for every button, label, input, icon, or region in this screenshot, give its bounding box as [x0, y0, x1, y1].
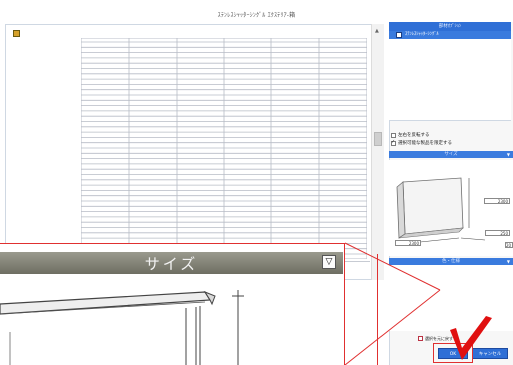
zoom-drawing: [0, 290, 244, 365]
color-section-header[interactable]: 色・仕様 ▼: [389, 258, 513, 265]
dropdown-icon[interactable]: ▼: [507, 151, 510, 158]
mirror-label: 左右を反転する: [398, 133, 430, 138]
color-options-list: [389, 265, 513, 331]
mirror-checkbox[interactable]: [391, 133, 396, 138]
cancel-button[interactable]: キャンセル: [472, 348, 508, 359]
zoom-title: サイズ: [144, 255, 199, 273]
revert-option[interactable]: 選択を元に戻す: [418, 335, 458, 342]
part-icon: [396, 32, 402, 38]
tree-item-shutter[interactable]: ｽﾃﾝﾚｽｼｬｯﾀｰｼﾝｸﾞﾙ: [389, 31, 511, 39]
spec-label: 選択可能な製品を限定する: [398, 141, 452, 146]
size-section-label: サイズ: [444, 152, 458, 157]
highlight-line: [377, 254, 378, 365]
size-diagram: 2300 2300 250 20: [389, 160, 513, 256]
shutter-preview: [81, 38, 367, 259]
zoom-dropdown-icon[interactable]: ▽: [322, 255, 336, 269]
window-title: ｽﾃﾝﾚｽｼｬｯﾀｰｼﾝｸﾞﾙ ｴｸｽﾃﾘｱ-箱: [217, 12, 296, 19]
width-field[interactable]: 2300: [395, 240, 421, 246]
part-tree: [389, 39, 511, 121]
settings-icon[interactable]: [13, 30, 20, 37]
spec-option[interactable]: 選択可能な製品を限定する: [391, 139, 509, 147]
offset-field[interactable]: 20: [505, 242, 513, 248]
zoom-header: サイズ ▽: [0, 252, 343, 274]
scroll-thumb[interactable]: [374, 132, 382, 146]
revert-checkbox[interactable]: [418, 336, 423, 341]
mirror-option[interactable]: 左右を反転する: [391, 132, 509, 139]
size-section-header[interactable]: サイズ ▼: [389, 151, 513, 158]
dialog-window: ｽﾃﾝﾚｽｼｬｯﾀｰｼﾝｸﾞﾙ ｴｸｽﾃﾘｱ-箱 ▲ 部材ｵﾌﾟｼｮﾝ ｽﾃﾝﾚ…: [0, 0, 513, 365]
preview-pane[interactable]: [5, 24, 383, 280]
scroll-up-icon[interactable]: ▲: [375, 28, 379, 34]
tree-header: 部材ｵﾌﾟｼｮﾝ: [389, 22, 511, 31]
preview-scrollbar[interactable]: ▲: [371, 24, 384, 280]
spec-checkbox[interactable]: [391, 139, 396, 146]
tree-item-label: ｽﾃﾝﾚｽｼｬｯﾀｰｼﾝｸﾞﾙ: [405, 32, 439, 37]
depth-field[interactable]: 250: [485, 230, 510, 236]
color-section-label: 色・仕様: [442, 259, 460, 264]
ok-highlight-box: [433, 343, 473, 363]
revert-label: 選択を元に戻す: [425, 336, 453, 341]
height-field[interactable]: 2300: [484, 198, 510, 204]
dropdown-icon[interactable]: ▼: [507, 258, 510, 265]
